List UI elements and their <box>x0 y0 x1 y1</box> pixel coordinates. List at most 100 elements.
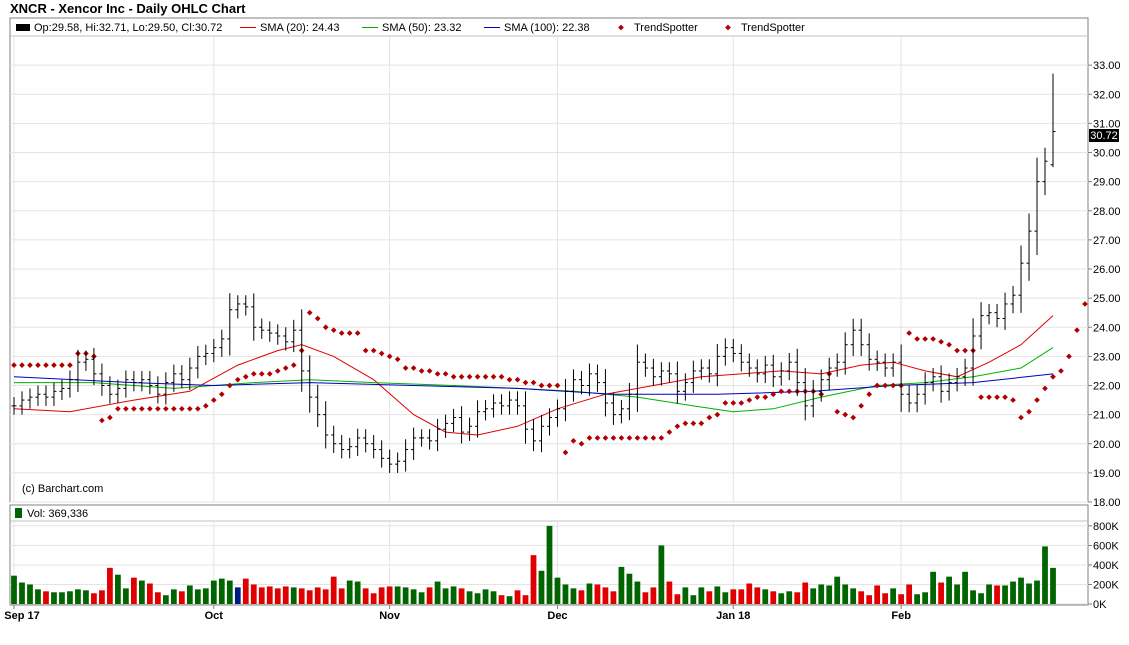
volume-bar <box>746 583 753 604</box>
volume-bar <box>458 588 465 604</box>
x-tick-label: Oct <box>205 610 224 622</box>
volume-bar <box>75 589 81 604</box>
volume-bar <box>99 590 105 604</box>
volume-bar <box>131 577 137 604</box>
volume-bar <box>546 525 553 604</box>
y-tick-label: 25.00 <box>1093 293 1121 305</box>
volume-bar <box>59 592 65 604</box>
volume-bar <box>682 587 689 604</box>
volume-bar <box>43 591 49 604</box>
volume-bar <box>194 589 201 604</box>
volume-bar <box>994 585 1000 604</box>
volume-bar <box>666 581 673 604</box>
sma50-legend-text: SMA (50): 23.32 <box>382 22 462 34</box>
volume-bar <box>698 587 705 604</box>
sma20-legend-text: SMA (20): 24.43 <box>260 22 340 34</box>
volume-bar <box>570 588 577 604</box>
volume-bar <box>930 571 936 604</box>
volume-bar <box>602 587 609 604</box>
volume-bar <box>226 580 233 604</box>
volume-bar <box>898 594 905 604</box>
volume-bar <box>978 593 984 604</box>
volume-bar <box>1034 580 1040 604</box>
y-tick-label: 21.00 <box>1093 410 1121 422</box>
volume-bar <box>778 593 785 604</box>
y-tick-label: 27.00 <box>1093 235 1121 247</box>
volume-bar <box>27 584 33 604</box>
volume-bar <box>242 578 249 604</box>
volume-bar <box>402 587 409 604</box>
sma100-legend-text: SMA (100): 22.38 <box>504 22 590 34</box>
volume-bar <box>938 582 944 604</box>
vol-tick-label: 800K <box>1093 521 1119 533</box>
trend1-legend-text: TrendSpotter <box>634 22 698 34</box>
last-price-label: 30.72 <box>1090 130 1118 142</box>
volume-bar <box>1042 546 1048 604</box>
y-tick-label: 31.00 <box>1093 118 1121 130</box>
volume-bar <box>234 587 241 604</box>
watermark: (c) Barchart.com <box>22 483 103 495</box>
volume-bar <box>218 578 225 604</box>
volume-bar <box>818 584 825 604</box>
x-tick-label: Dec <box>547 610 567 622</box>
volume-bar <box>770 591 777 604</box>
volume-bar <box>554 577 561 604</box>
volume-bar <box>250 584 257 604</box>
y-tick-label: 24.00 <box>1093 322 1121 334</box>
volume-bar <box>35 589 41 604</box>
volume-bar <box>346 580 353 604</box>
volume-bar <box>298 588 305 604</box>
y-tick-label: 32.00 <box>1093 89 1121 101</box>
volume-bar <box>562 584 569 604</box>
y-tick-label: 22.00 <box>1093 381 1121 393</box>
volume-bar <box>674 594 681 604</box>
vol-tick-label: 0K <box>1093 599 1107 611</box>
volume-bar <box>722 592 729 604</box>
volume-bar <box>1018 577 1024 604</box>
volume-bar <box>146 583 153 604</box>
volume-bar <box>178 591 185 604</box>
volume-bar <box>274 588 281 604</box>
volume-bar <box>690 595 697 604</box>
volume-bar <box>706 591 713 604</box>
price-axis: 18.00 19.00 20.00 21.00 22.00 23.00 24.00 25.00… <box>1088 60 1121 509</box>
y-tick-label: 20.00 <box>1093 439 1121 451</box>
volume-bar <box>314 587 321 604</box>
volume-bar <box>258 587 265 604</box>
volume-bar <box>11 575 17 604</box>
volume-bar <box>466 591 473 604</box>
volume-bar <box>826 585 833 604</box>
volume-bar <box>962 571 968 604</box>
volume-bar <box>1002 585 1008 604</box>
volume-bar <box>762 589 769 604</box>
volume-bar <box>578 590 585 604</box>
volume-bar <box>19 582 25 604</box>
volume-bar <box>123 588 129 604</box>
volume-legend-swatch <box>15 508 22 518</box>
ohlc-legend-swatch <box>16 24 30 31</box>
volume-bar <box>786 591 793 604</box>
volume-bar <box>1010 581 1016 604</box>
y-tick-label: 28.00 <box>1093 206 1121 218</box>
volume-bar <box>986 584 992 604</box>
volume-bar <box>386 586 393 604</box>
volume-bar <box>290 587 297 604</box>
volume-bar <box>107 567 113 604</box>
volume-bar <box>418 592 425 604</box>
volume-bar <box>370 593 377 604</box>
volume-bar <box>738 589 745 604</box>
volume-bar <box>810 588 817 604</box>
volume-bar <box>210 580 217 604</box>
volume-bar <box>67 591 73 604</box>
volume-bar <box>514 590 521 604</box>
y-tick-label: 29.00 <box>1093 177 1121 189</box>
volume-bar <box>490 591 497 604</box>
volume-bar <box>186 585 193 604</box>
volume-bar <box>482 589 489 604</box>
x-tick-label: Jan 18 <box>716 610 750 622</box>
volume-bar <box>890 588 897 604</box>
volume-bar <box>594 584 601 604</box>
volume-bar <box>586 583 593 604</box>
y-tick-label: 23.00 <box>1093 351 1121 363</box>
volume-bar <box>474 593 481 604</box>
